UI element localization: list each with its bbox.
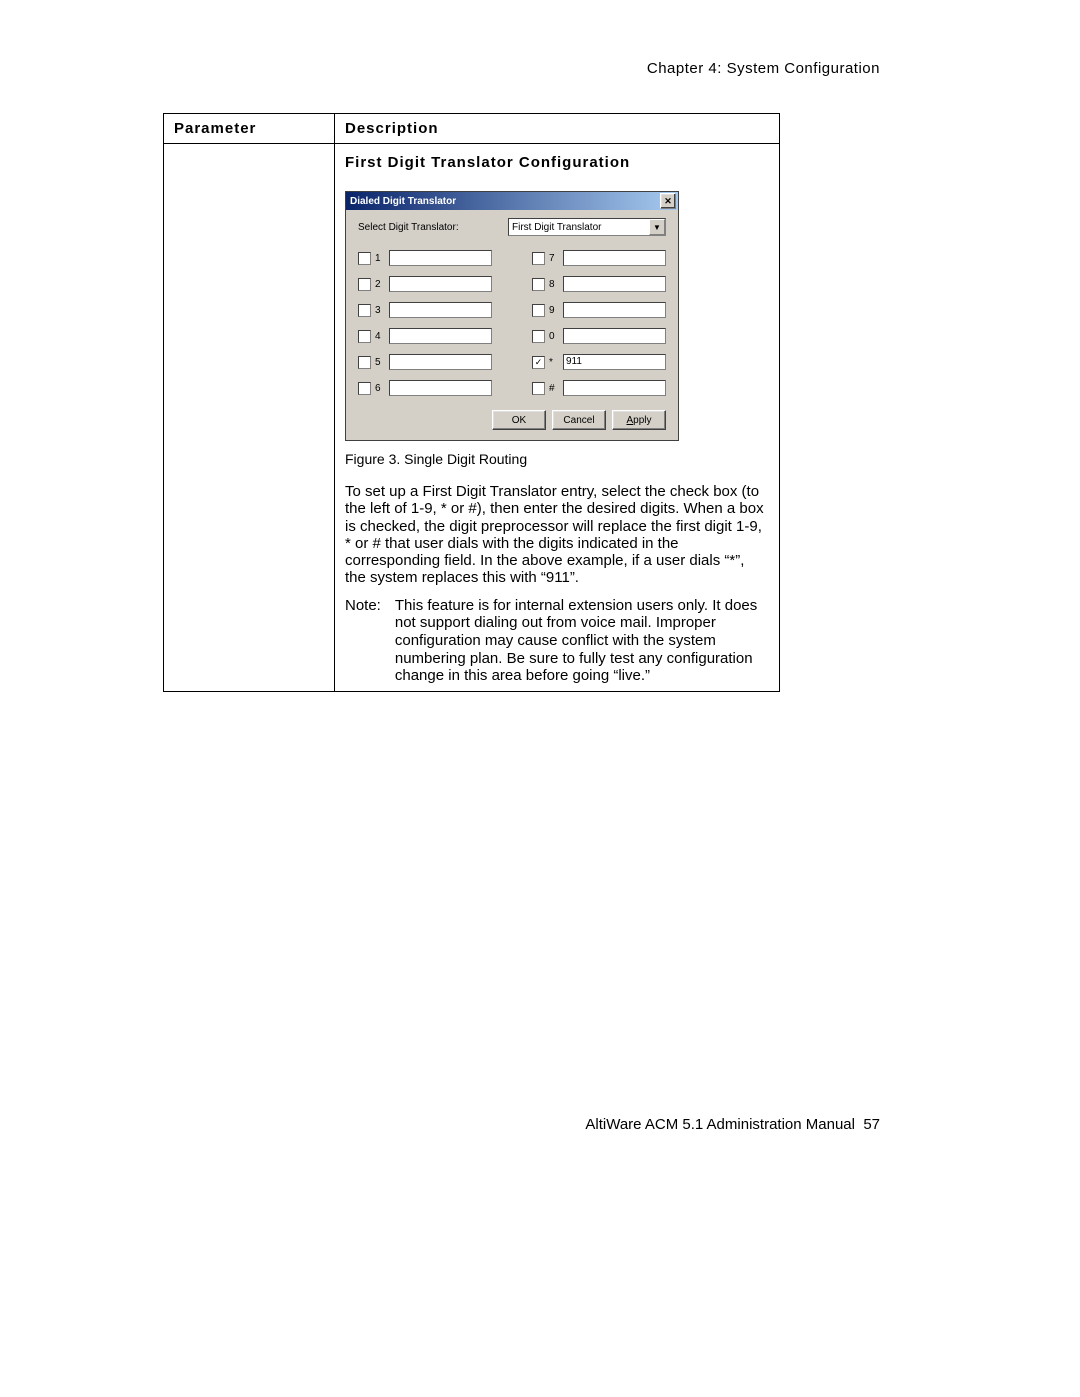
footer-title: AltiWare ACM 5.1 Administration Manual <box>585 1116 855 1133</box>
digit-label: # <box>549 383 559 394</box>
note-label: Note: <box>345 597 381 685</box>
digit-input-9[interactable] <box>563 302 666 318</box>
figure-caption: Figure 3. Single Digit Routing <box>345 451 769 467</box>
digit-label: 8 <box>549 279 559 290</box>
checkbox-digit-6[interactable] <box>358 382 371 395</box>
figure-title: Single Digit Routing <box>404 451 527 467</box>
digit-item-4: 4 <box>358 328 492 344</box>
digit-input-7[interactable] <box>563 250 666 266</box>
digit-label: * <box>549 357 559 368</box>
digit-item-9: 9 <box>532 302 666 318</box>
digit-item-6: 6 <box>358 380 492 396</box>
digit-input-4[interactable] <box>389 328 492 344</box>
digit-item-7: 7 <box>532 250 666 266</box>
digit-label: 2 <box>375 279 385 290</box>
checkbox-digit-3[interactable] <box>358 304 371 317</box>
digit-input-2[interactable] <box>389 276 492 292</box>
digit-label: 0 <box>549 331 559 342</box>
checkbox-digit-2[interactable] <box>358 278 371 291</box>
checkbox-digit-4[interactable] <box>358 330 371 343</box>
digit-label: 6 <box>375 383 385 394</box>
checkbox-digit-8[interactable] <box>532 278 545 291</box>
digit-input-5[interactable] <box>389 354 492 370</box>
chevron-down-icon[interactable]: ▼ <box>649 219 665 235</box>
digit-item-*: * 911 <box>532 354 666 370</box>
section-title: First Digit Translator Configuration <box>345 154 769 171</box>
checkbox-digit-0[interactable] <box>532 330 545 343</box>
digit-grid: 1 7 2 8 3 9 4 0 5 * 911 6 # <box>358 250 666 396</box>
col-header-description: Description <box>335 114 780 144</box>
dialog-title: Dialed Digit Translator <box>350 196 456 207</box>
digit-item-5: 5 <box>358 354 492 370</box>
ok-button[interactable]: OK <box>492 410 546 430</box>
digit-label: 9 <box>549 305 559 316</box>
figure-number: Figure 3. <box>345 451 404 467</box>
digit-input-0[interactable] <box>563 328 666 344</box>
digit-item-8: 8 <box>532 276 666 292</box>
digit-input-#[interactable] <box>563 380 666 396</box>
digit-input-1[interactable] <box>389 250 492 266</box>
checkbox-digit-#[interactable] <box>532 382 545 395</box>
cancel-button[interactable]: Cancel <box>552 410 606 430</box>
parameter-cell-empty <box>164 144 335 692</box>
digit-label: 3 <box>375 305 385 316</box>
description-cell: First Digit Translator Configuration Dia… <box>335 144 780 692</box>
checkbox-digit-1[interactable] <box>358 252 371 265</box>
checkbox-digit-7[interactable] <box>532 252 545 265</box>
digit-item-1: 1 <box>358 250 492 266</box>
digit-input-3[interactable] <box>389 302 492 318</box>
page-footer: AltiWare ACM 5.1 Administration Manual 5… <box>585 1116 880 1133</box>
digit-label: 5 <box>375 357 385 368</box>
note-body: This feature is for internal extension u… <box>395 597 769 685</box>
digit-item-#: # <box>532 380 666 396</box>
dropdown-value: First Digit Translator <box>512 222 601 233</box>
dialed-digit-translator-dialog: Dialed Digit Translator ✕ Select Digit T… <box>345 191 679 441</box>
select-translator-label: Select Digit Translator: <box>358 222 508 233</box>
digit-item-2: 2 <box>358 276 492 292</box>
parameter-description-table: Parameter Description First Digit Transl… <box>163 113 780 692</box>
page-header: Chapter 4: System Configuration <box>647 60 880 77</box>
digit-label: 1 <box>375 253 385 264</box>
digit-input-8[interactable] <box>563 276 666 292</box>
digit-item-3: 3 <box>358 302 492 318</box>
checkbox-digit-9[interactable] <box>532 304 545 317</box>
dialog-titlebar[interactable]: Dialed Digit Translator ✕ <box>346 192 678 210</box>
checkbox-digit-5[interactable] <box>358 356 371 369</box>
note-block: Note: This feature is for internal exten… <box>345 597 769 685</box>
footer-page-number: 57 <box>863 1116 880 1133</box>
digit-label: 4 <box>375 331 385 342</box>
digit-label: 7 <box>549 253 559 264</box>
instruction-paragraph: To set up a First Digit Translator entry… <box>345 483 769 587</box>
close-icon[interactable]: ✕ <box>660 193 676 209</box>
checkbox-digit-*[interactable] <box>532 356 545 369</box>
select-translator-dropdown[interactable]: First Digit Translator ▼ <box>508 218 666 236</box>
col-header-parameter: Parameter <box>164 114 335 144</box>
digit-input-6[interactable] <box>389 380 492 396</box>
digit-input-*[interactable]: 911 <box>563 354 666 370</box>
digit-item-0: 0 <box>532 328 666 344</box>
apply-button[interactable]: Apply <box>612 410 666 430</box>
